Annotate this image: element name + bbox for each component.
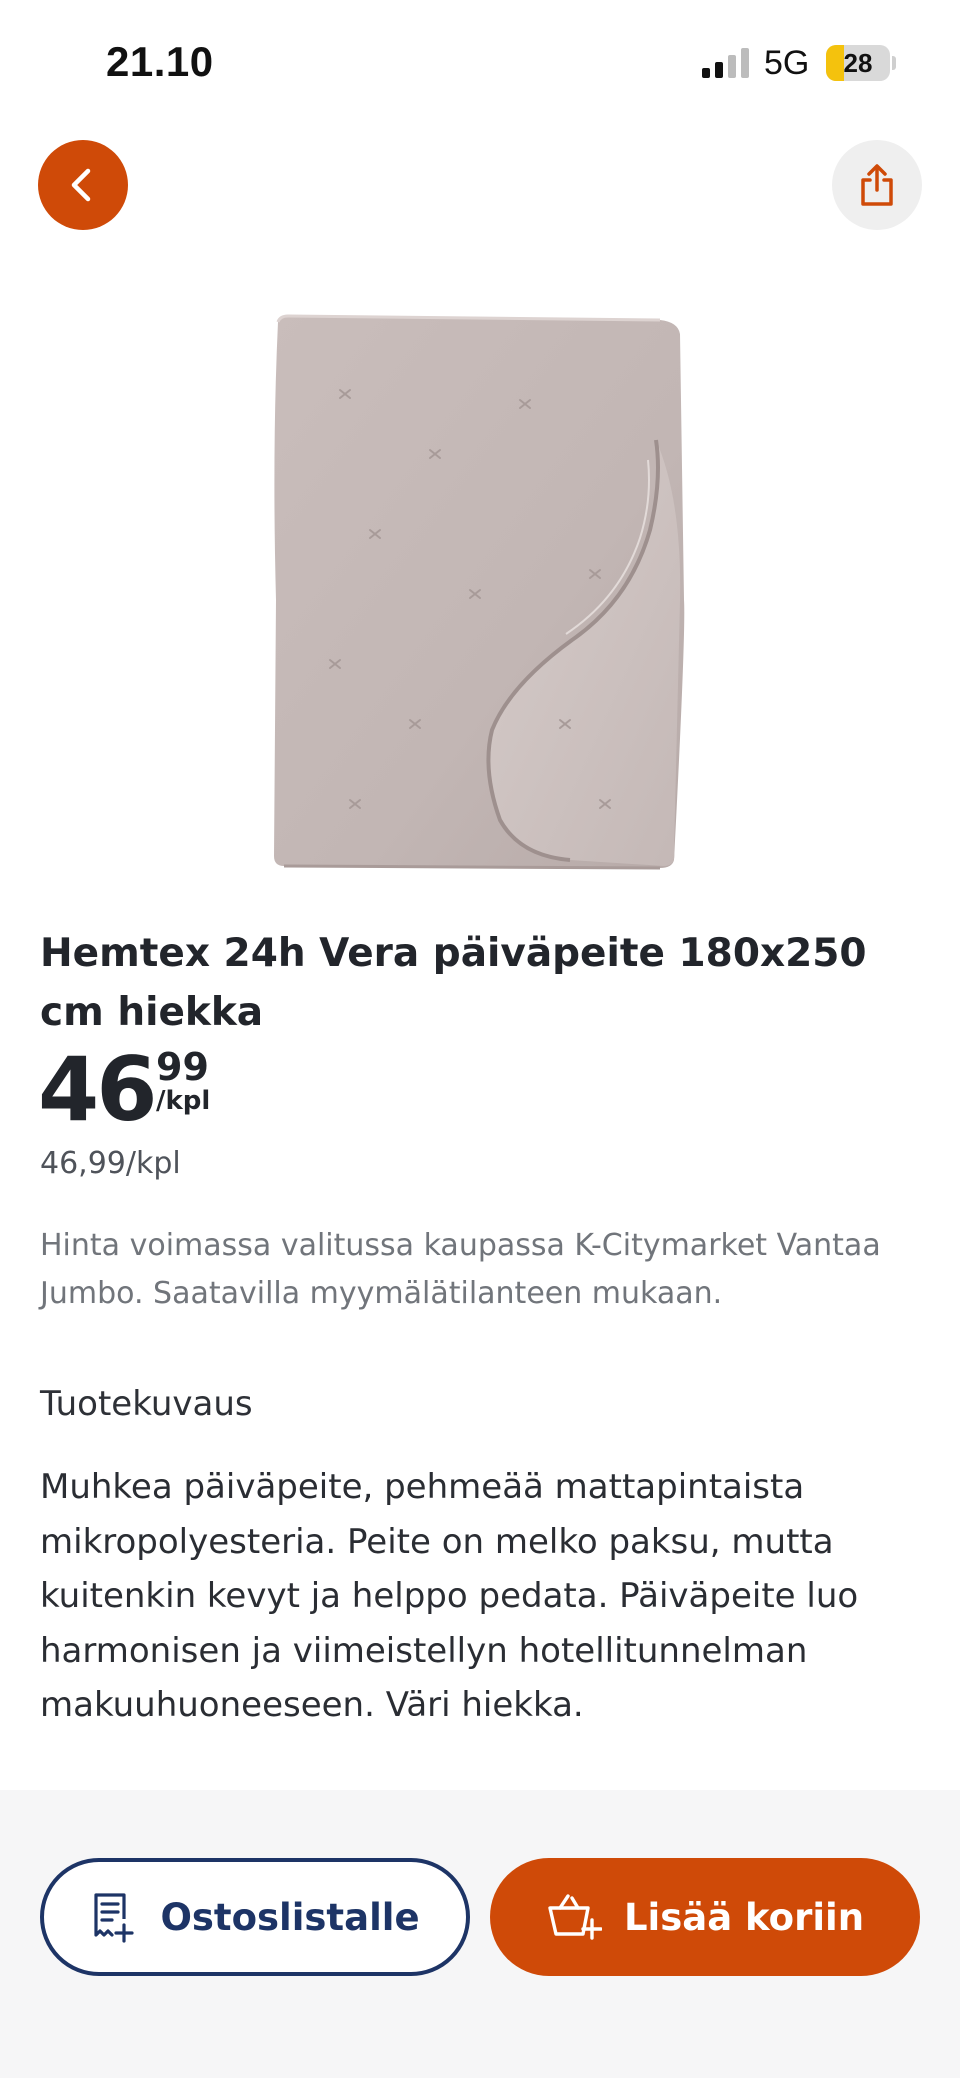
back-button[interactable] [38, 140, 128, 230]
share-button[interactable] [832, 140, 922, 230]
battery-level: 28 [843, 48, 873, 78]
battery-tip [892, 56, 896, 70]
product-page: 21.10 5G 28 Hemtex 24h Vera päiväpeite 1… [0, 0, 960, 2078]
unit-price: 46,99/kpl [40, 1146, 181, 1181]
bottom-action-bar: Ostoslistalle Lisää koriin [0, 1790, 960, 2078]
status-bar: 21.10 5G 28 [0, 0, 960, 130]
add-to-shopping-list-button[interactable]: Ostoslistalle [40, 1858, 470, 1976]
cellular-signal-icon [702, 48, 749, 78]
cart-add-icon [548, 1894, 602, 1940]
chevron-left-icon [71, 168, 91, 202]
price-availability-note: Hinta voimassa valitussa kaupassa K-City… [40, 1228, 881, 1311]
add-to-cart-button[interactable]: Lisää koriin [490, 1858, 920, 1976]
network-type: 5G [764, 44, 810, 82]
add-to-cart-label: Lisää koriin [623, 1895, 865, 1939]
shopping-list-label: Ostoslistalle [160, 1895, 420, 1939]
price-unit: /kpl [156, 1086, 211, 1116]
description-heading: Tuotekuvaus [40, 1384, 253, 1424]
price-euros: 46 [38, 1038, 157, 1141]
battery-indicator: 28 [826, 45, 890, 81]
price-cents: 99 [156, 1045, 209, 1089]
product-description: Muhkea päiväpeite, pehmeää mattapintaist… [40, 1467, 859, 1725]
share-icon [861, 164, 893, 206]
product-title: Hemtex 24h Vera päiväpeite 180x250 cm hi… [40, 931, 867, 1035]
product-image [274, 314, 685, 870]
shopping-list-add-icon [94, 1893, 135, 1943]
status-time: 21.10 [106, 38, 214, 85]
